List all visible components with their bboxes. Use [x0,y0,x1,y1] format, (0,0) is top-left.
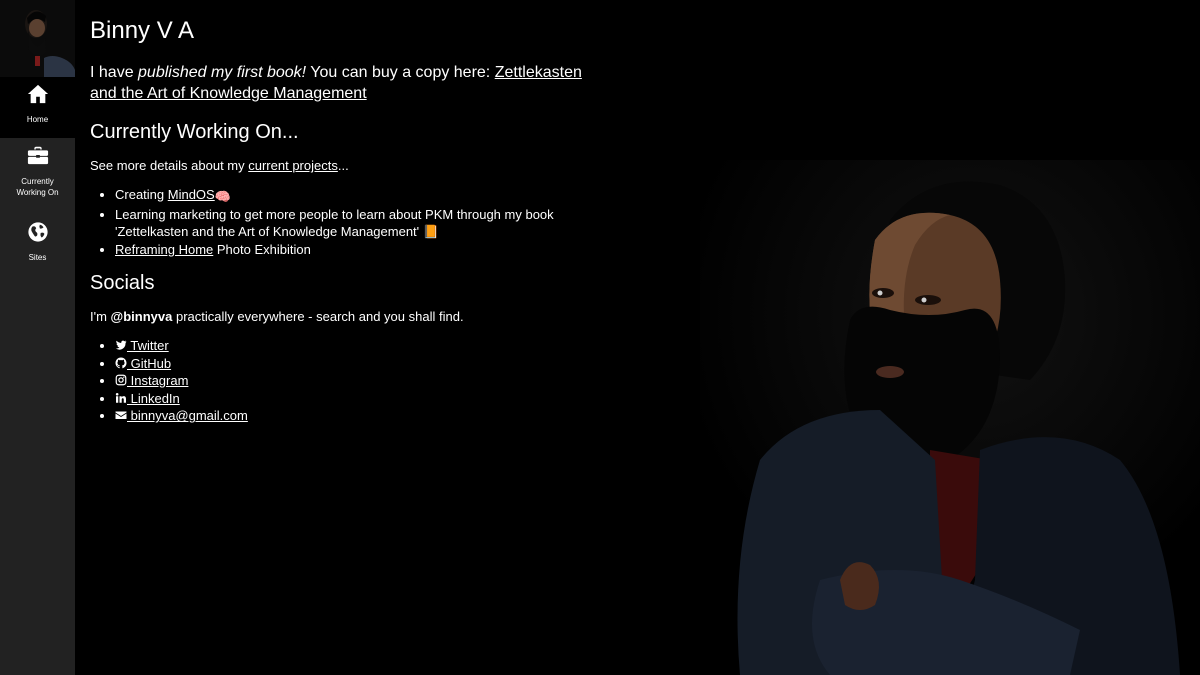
social-label: GitHub [127,355,172,371]
sidebar-item-currently-working-on[interactable]: Currently Working On [0,144,75,206]
socials-prefix: I'm [90,309,111,324]
email-link[interactable]: binnyva@gmail.com [115,408,248,423]
social-label: binnyva@gmail.com [127,408,248,424]
current-projects-link[interactable]: current projects [248,158,338,173]
sidebar: Home Currently Working On Sites [0,0,75,675]
instagram-icon [115,374,127,386]
page-title: Binny V A [90,17,195,44]
item-text: Creating [115,187,168,202]
globe-icon [27,222,48,242]
socials-list: Twitter GitHub Instagram LinkedIn binnyv… [115,337,248,425]
briefcase-icon [27,146,48,165]
intro-paragraph: I have published my first book! You can … [90,62,600,104]
reframing-home-link[interactable]: Reframing Home [115,242,213,257]
list-item: LinkedIn [115,390,248,408]
social-label: Twitter [127,338,169,353]
mindos-link[interactable]: MindOS [168,187,215,202]
list-item: Reframing Home Photo Exhibition [115,241,555,259]
github-link[interactable]: GitHub [115,356,171,371]
linkedin-link[interactable]: LinkedIn [115,391,180,406]
list-item: Instagram [115,372,248,390]
twitter-icon [115,340,127,350]
intro-emphasis: published my first book! [138,64,307,81]
linkedin-icon [115,392,126,403]
brain-emoji: 🧠 [214,189,231,204]
list-item: GitHub [115,355,248,373]
sidebar-item-label: Home [26,115,49,124]
twitter-link[interactable]: Twitter [115,338,169,353]
github-icon [115,357,127,368]
working-details: See more details about my current projec… [90,157,349,175]
list-item: binnyva@gmail.com [115,407,248,425]
instagram-link[interactable]: Instagram [115,373,188,388]
working-list: Creating MindOS 🧠 Learning marketing to … [115,186,555,258]
home-icon [27,84,48,104]
portrait-photo [700,160,1200,675]
section-heading-working: Currently Working On... [90,121,299,143]
list-item: Twitter [115,337,248,355]
social-label: Instagram [127,373,189,389]
avatar-link[interactable] [0,0,75,77]
intro-prefix: I have [90,64,139,81]
item-text: Photo Exhibition [213,241,311,257]
handle: @binnyva [110,309,173,324]
details-suffix: ... [337,158,349,173]
socials-suffix: practically everywhere - search and you … [172,309,464,324]
intro-middle: You can buy a copy here: [306,64,495,81]
sidebar-item-label: Sites [28,253,47,262]
sidebar-item-sites[interactable]: Sites [0,221,75,269]
sidebar-item-label: Currently Working On [16,177,59,197]
list-item: Learning marketing to get more people to… [115,206,555,241]
list-item: Creating MindOS 🧠 [115,186,555,206]
details-prefix: See more details about my [90,158,249,173]
social-label: LinkedIn [127,390,180,406]
envelope-icon [115,411,127,420]
page: Home Currently Working On Sites Binny V … [0,0,1200,675]
socials-intro: I'm @binnyva practically everywhere - se… [90,308,464,326]
section-heading-socials: Socials [90,272,155,294]
person-photo-icon [0,0,75,77]
sidebar-item-home[interactable]: Home [0,77,75,138]
item-text: Learning marketing to get more people to… [115,206,554,240]
